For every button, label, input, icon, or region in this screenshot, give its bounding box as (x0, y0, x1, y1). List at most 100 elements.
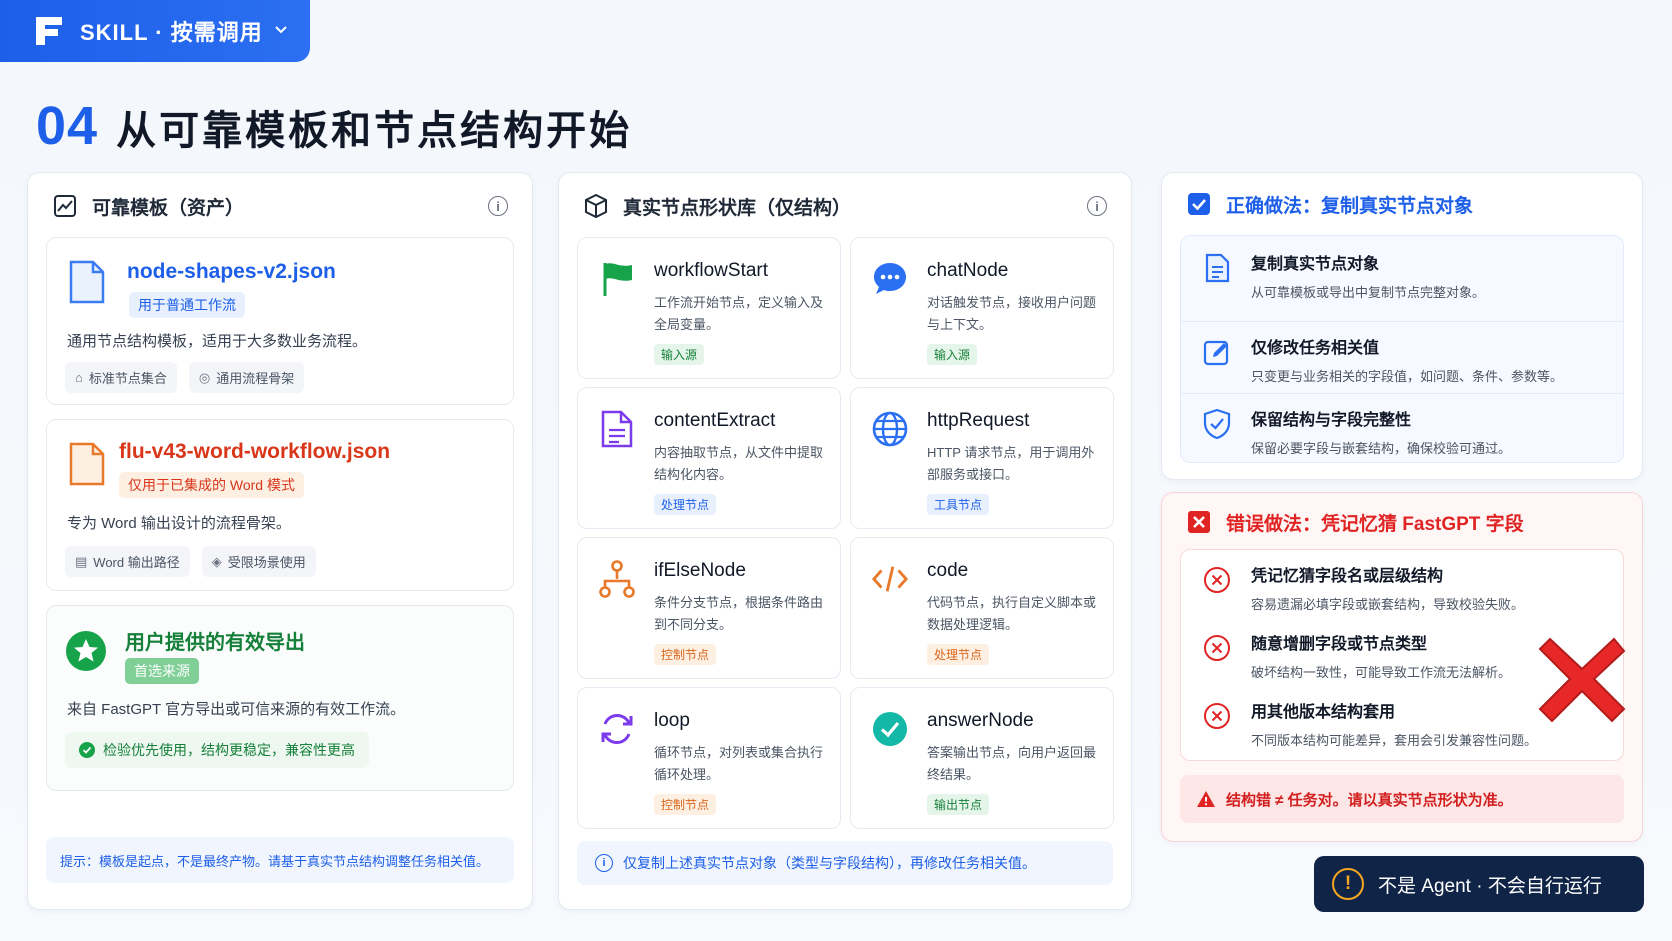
close-box-icon (1186, 509, 1212, 535)
user-export-note-text: 检验优先使用，结构更稳定，兼容性更高 (103, 742, 355, 758)
node-tag: 输入源 (654, 344, 705, 365)
node-desc: 答案输出节点，向用户返回最终结果。 (927, 745, 1097, 782)
star-icon (65, 630, 107, 677)
user-export-title: 用户提供的有效导出 (125, 632, 305, 654)
node-tag: 工具节点 (927, 494, 990, 515)
chip-general-flow: ◎ 通用流程骨架 (188, 362, 305, 393)
template-filename[interactable]: flu-v43-word-workflow.json (119, 440, 390, 464)
home-icon: ⌂ (75, 370, 83, 385)
info-icon[interactable]: i (488, 196, 508, 216)
close-circle-icon (1199, 630, 1235, 666)
node-desc: 对话触发节点，接收用户问题与上下文。 (927, 295, 1097, 332)
exclamation-icon: ! (1332, 868, 1364, 900)
skill-menu-label: SKILL · 按需调用 (80, 20, 263, 45)
preferred-source-tag: 首选来源 (125, 658, 199, 684)
node-tag: 控制节点 (654, 794, 717, 815)
info-icon: i (595, 854, 613, 872)
node-tag: 输出节点 (927, 794, 990, 815)
chip-label: 通用流程骨架 (216, 371, 295, 386)
templates-panel-title: 可靠模板（资产） (92, 197, 245, 219)
node-card-code[interactable]: code 代码节点，执行自定义脚本或数据处理逻辑。 处理节点 (850, 537, 1114, 679)
templates-panel-header: 可靠模板（资产） i (28, 173, 532, 239)
wrong-practice-warning-text: 结构错 ≠ 任务对。请以真实节点形状为准。 (1226, 791, 1513, 809)
shield-check-icon (1199, 406, 1235, 442)
node-tag: 控制节点 (654, 644, 717, 665)
flag-icon (598, 260, 636, 298)
wrong-item-title: 凭记忆猜字段名或层级结构 (1251, 568, 1444, 585)
correct-item-preserve: 保留结构与字段完整性 保留必要字段与嵌套结构，确保校验可通过。 (1181, 394, 1623, 466)
node-tag: 处理节点 (654, 494, 717, 515)
node-card-answernode[interactable]: answerNode 答案输出节点，向用户返回最终结果。 输出节点 (850, 687, 1114, 829)
chip-limited-use: ◈ 受限场景使用 (201, 546, 316, 577)
node-desc: 代码节点，执行自定义脚本或数据处理逻辑。 (927, 595, 1097, 632)
node-shapes-panel-title: 真实节点形状库（仅结构） (623, 197, 852, 219)
node-name: workflowStart (654, 260, 769, 281)
loop-icon (598, 710, 636, 748)
correct-practice-title: 正确做法：复制真实节点对象 (1226, 195, 1474, 217)
node-shapes-panel: 真实节点形状库（仅结构） i workflowStart 工作流开始节点，定义输… (558, 172, 1132, 910)
node-name: httpRequest (927, 410, 1030, 431)
node-desc: 循环节点，对列表或集合执行循环处理。 (654, 745, 824, 782)
node-card-chatnode[interactable]: chatNode 对话触发节点，接收用户问题与上下文。 输入源 (850, 237, 1114, 379)
templates-hint: 提示：模板是起点，不是最终产物。请基于真实节点结构调整任务相关值。 (46, 837, 514, 883)
chart-icon (52, 193, 78, 219)
close-circle-icon (1199, 698, 1235, 734)
correct-item-desc: 保留必要字段与嵌套结构，确保校验可通过。 (1251, 441, 1512, 456)
close-circle-icon (1199, 562, 1235, 598)
node-tag: 输入源 (927, 344, 978, 365)
file-icon (67, 258, 107, 311)
node-card-loop[interactable]: loop 循环节点，对列表或集合执行循环处理。 控制节点 (577, 687, 841, 829)
chevron-down-icon (273, 21, 289, 42)
page-number: 04 (36, 96, 99, 156)
correct-item-title: 仅修改任务相关值 (1251, 340, 1380, 357)
node-card-workflowstart[interactable]: workflowStart 工作流开始节点，定义输入及全局变量。 输入源 (577, 237, 841, 379)
check-circle-icon (79, 742, 95, 758)
wrong-practice-panel: 错误做法：凭记忆猜 FastGPT 字段 凭记忆猜字段名或层级结构 容易遗漏必填字… (1161, 492, 1643, 842)
chip-label: 标准节点集合 (88, 371, 167, 386)
node-name: loop (654, 710, 690, 731)
chip-label: Word 输出路径 (93, 555, 180, 570)
code-icon (871, 560, 909, 598)
correct-practice-panel: 正确做法：复制真实节点对象 复制真实节点对象从可靠模板或导出中复制节点完整对象。… (1161, 172, 1643, 480)
not-agent-badge: ! 不是 Agent · 不会自行运行 (1314, 856, 1644, 912)
chip-word-output: ▤ Word 输出路径 (65, 546, 190, 577)
template-card-word-workflow[interactable]: flu-v43-word-workflow.json 仅用于已集成的 Word … (46, 419, 514, 591)
correct-item-modify: 仅修改任务相关值 只变更与业务相关的字段值，如问题、条件、参数等。 (1181, 322, 1623, 394)
templates-panel: 可靠模板（资产） i node-shapes-v2.json 用于普通工作流 通… (27, 172, 533, 910)
node-card-contentextract[interactable]: contentExtract 内容抽取节点，从文件中提取结构化内容。 处理节点 (577, 387, 841, 529)
template-desc: 通用节点结构模板，适用于大多数业务流程。 (67, 333, 368, 350)
wrong-practice-title: 错误做法：凭记忆猜 FastGPT 字段 (1226, 513, 1524, 535)
fastgpt-logo-icon (32, 13, 66, 49)
node-card-httprequest[interactable]: httpRequest HTTP 请求节点，用于调用外部服务或接口。 工具节点 (850, 387, 1114, 529)
info-icon[interactable]: i (1087, 196, 1107, 216)
warning-icon (1196, 790, 1216, 808)
wrong-item-title: 随意增删字段或节点类型 (1251, 636, 1428, 653)
user-export-desc: 来自 FastGPT 官方导出或可信来源的有效工作流。 (67, 701, 406, 718)
template-card-node-shapes[interactable]: node-shapes-v2.json 用于普通工作流 通用节点结构模板，适用于… (46, 237, 514, 405)
location-icon: ◎ (198, 369, 211, 385)
node-desc: 条件分支节点，根据条件路由到不同分支。 (654, 595, 824, 632)
node-desc: 工作流开始节点，定义输入及全局变量。 (654, 295, 824, 332)
correct-practice-list: 复制真实节点对象从可靠模板或导出中复制节点完整对象。 仅修改任务相关值 只变更与业… (1180, 235, 1624, 463)
node-desc: 内容抽取节点，从文件中提取结构化内容。 (654, 445, 824, 482)
correct-item-copy: 复制真实节点对象从可靠模板或导出中复制节点完整对象。 (1181, 250, 1623, 322)
skill-menu-button[interactable]: SKILL · 按需调用 (0, 0, 310, 62)
correct-item-title: 复制真实节点对象 (1251, 256, 1380, 273)
node-name: answerNode (927, 710, 1034, 731)
edit-icon (1199, 334, 1235, 370)
big-red-x-icon (1536, 633, 1628, 730)
chat-icon (871, 260, 909, 298)
template-desc: 专为 Word 输出设计的流程骨架。 (67, 515, 291, 532)
correct-item-desc: 从可靠模板或导出中复制节点完整对象。 (1251, 285, 1486, 300)
node-card-ifelsenode[interactable]: ifElseNode 条件分支节点，根据条件路由到不同分支。 控制节点 (577, 537, 841, 679)
correct-practice-header: 正确做法：复制真实节点对象 (1162, 173, 1642, 235)
user-export-note: 检验优先使用，结构更稳定，兼容性更高 (65, 732, 369, 768)
user-export-card[interactable]: 用户提供的有效导出 首选来源 来自 FastGPT 官方导出或可信来源的有效工作… (46, 605, 514, 791)
wrong-item-title: 用其他版本结构套用 (1251, 704, 1396, 721)
node-tag: 处理节点 (927, 644, 990, 665)
copy-document-icon (1199, 250, 1235, 286)
template-filename[interactable]: node-shapes-v2.json (127, 260, 336, 284)
globe-icon (871, 410, 909, 448)
branch-icon (598, 560, 636, 598)
document-icon: ▤ (75, 553, 88, 569)
